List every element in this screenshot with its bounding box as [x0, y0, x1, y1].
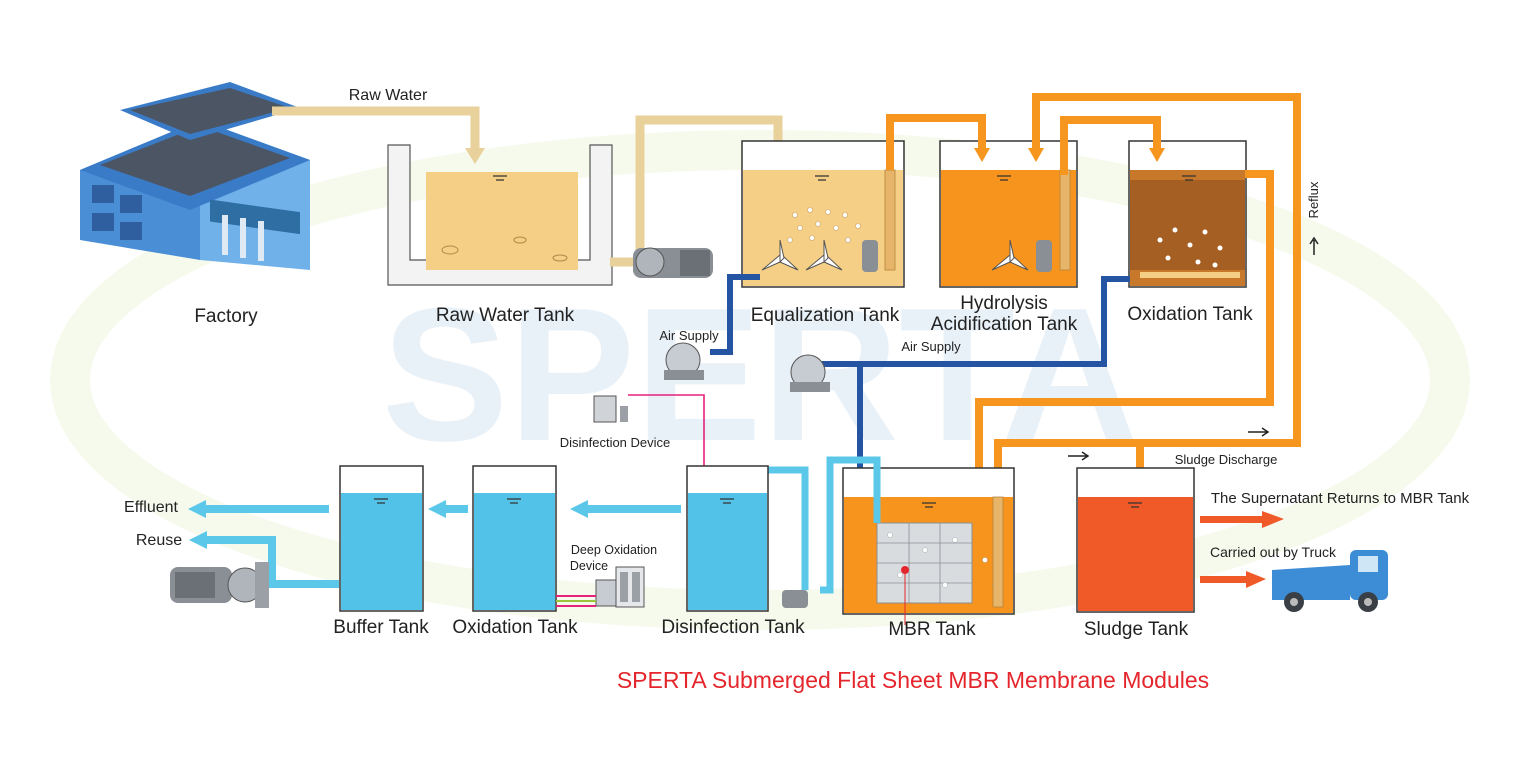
sludge-tank [1076, 467, 1195, 613]
reuse-label: Reuse [136, 532, 182, 549]
mbr-tank-label: MBR Tank [888, 619, 976, 640]
factory-label: Factory [194, 306, 258, 327]
membrane-marker [901, 566, 909, 574]
oxidation-tank-top-label: Oxidation Tank [1127, 304, 1253, 325]
membrane-caption: SPERTA Submerged Flat Sheet MBR Membrane… [617, 667, 1209, 693]
oxidation-tank-bottom [472, 465, 557, 612]
reflux-label: Reflux [1306, 181, 1321, 218]
equalization-tank-label: Equalization Tank [751, 305, 900, 326]
equalization-tank [741, 140, 905, 288]
buffer-tank [339, 465, 424, 612]
disinfection-tank [686, 465, 769, 612]
reuse-pump [170, 562, 269, 608]
raw-water-label: Raw Water [349, 87, 428, 104]
deep-oxidation-label-2: Device [570, 559, 608, 573]
deep-oxidation-label-1: Deep Oxidation [571, 543, 657, 557]
truck-label: Carried out by Truck [1210, 544, 1337, 560]
lift-pump [633, 247, 713, 278]
air-supply-label-1: Air Supply [659, 328, 719, 343]
raw-water-tank-label: Raw Water Tank [436, 305, 575, 326]
hydrolysis-label-2: Acidification Tank [931, 314, 1078, 335]
hydrolysis-label-1: Hydrolysis [960, 293, 1048, 314]
process-diagram: SPERTA Factory Raw Water Raw Water Tank [50, 82, 1470, 693]
disinfection-device-label: Disinfection Device [560, 435, 671, 450]
raw-water-pipe [272, 106, 480, 150]
sludge-discharge-label: Sludge Discharge [1175, 452, 1278, 467]
transfer-pump [782, 590, 808, 608]
effluent-label: Effluent [124, 499, 179, 516]
disinfection-tank-label: Disinfection Tank [661, 617, 805, 638]
hydrolysis-tank [939, 140, 1078, 288]
air-supply-label-2: Air Supply [901, 339, 961, 354]
mbr-tank [842, 467, 1015, 625]
sludge-tank-label: Sludge Tank [1084, 619, 1189, 640]
oxidation-tank-top [1128, 140, 1247, 288]
buffer-tank-label: Buffer Tank [333, 617, 429, 638]
supernatant-label: The Supernatant Returns to MBR Tank [1211, 490, 1470, 507]
oxidation-tank-bottom-label: Oxidation Tank [452, 617, 578, 638]
